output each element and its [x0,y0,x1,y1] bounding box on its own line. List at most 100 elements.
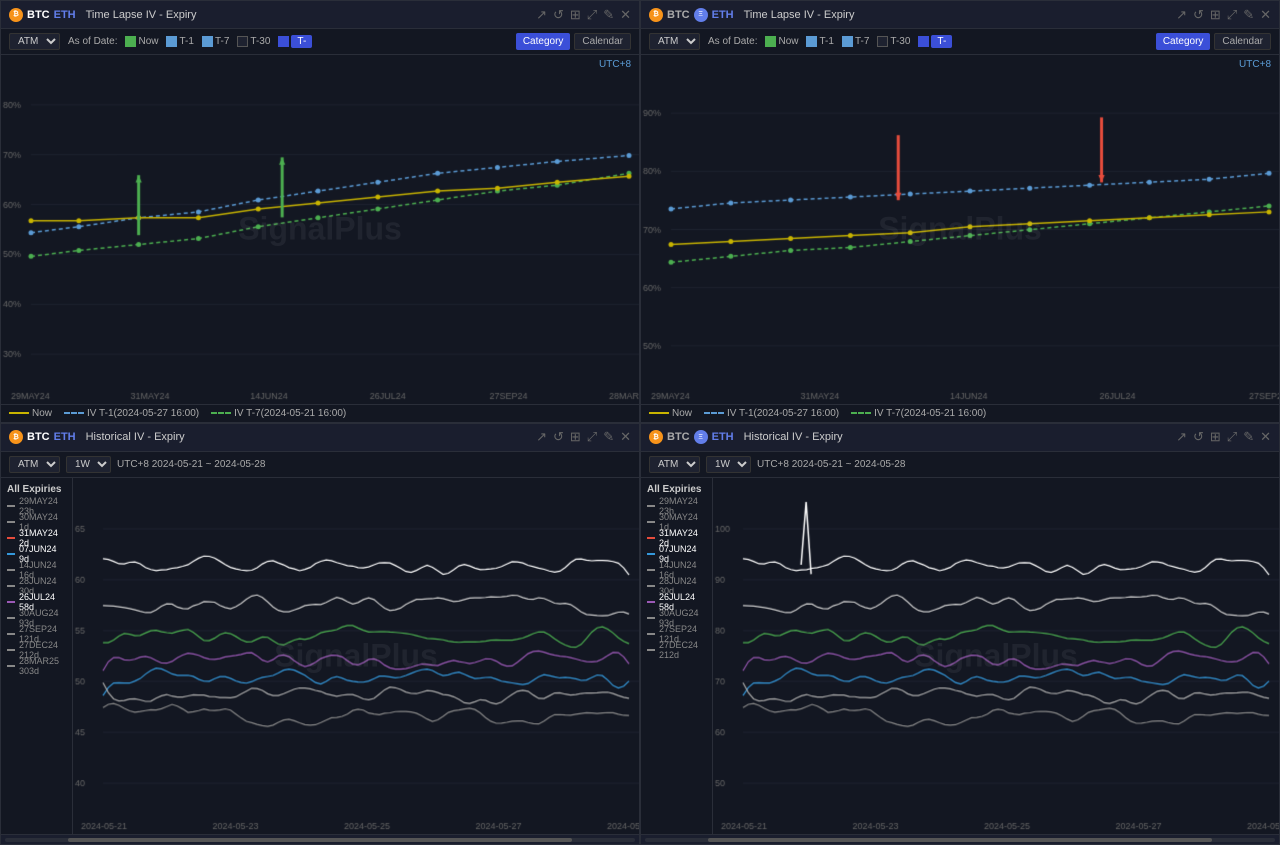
expiry-dot-27dec-bl [7,649,15,651]
grid-icon-bl[interactable]: ⊞ [570,429,581,445]
cb-t1-tl[interactable]: T-1 [166,36,193,47]
grid-icon-tl[interactable]: ⊞ [570,7,581,23]
cb-t7-tl[interactable]: T-7 [202,36,229,47]
btc-label-bl[interactable]: BTC [27,431,50,443]
category-btn-tr[interactable]: Category [1156,33,1211,50]
panel-header-top-left: ₿ BTC ETH Time Lapse IV - Expiry ↗ ↺ ⊞ ⤢… [1,1,639,29]
scrollbar-br[interactable] [641,834,1279,844]
cb-tactive-tr[interactable]: T- [918,35,952,48]
external-link-icon-br[interactable]: ↗ [1176,429,1187,445]
cb-tactive-tl[interactable]: T- [278,35,312,48]
refresh-icon-bl[interactable]: ↺ [553,429,564,445]
eth-icon-br[interactable]: Ξ [694,430,708,444]
eth-label-tl[interactable]: ETH [54,9,76,21]
eth-icon-tr[interactable]: Ξ [694,8,708,22]
expiry-27dec-br[interactable]: 27DEC24 212d [641,642,712,658]
expiry-dot-30aug-br [647,617,655,619]
close-icon-br[interactable]: ✕ [1260,429,1271,445]
date-range-bl: UTC+8 2024-05-21 ~ 2024-05-28 [117,459,265,470]
expiry-dot-14jun-bl [7,569,15,571]
category-btn-tl[interactable]: Category [516,33,571,50]
expiry-list-bl: All Expiries 29MAY24 23h 30MAY24 1d 31MA… [1,478,73,835]
cb-box-t30-tr[interactable] [877,36,888,47]
cb-box-t1-tr[interactable] [806,36,817,47]
scrollbar-thumb-bl[interactable] [68,838,572,842]
coin-badge-tl: ₿ BTC ETH [9,8,76,22]
date-range-br: UTC+8 2024-05-21 ~ 2024-05-28 [757,459,905,470]
edit-icon-tr[interactable]: ✎ [1243,7,1254,23]
eth-label-tr[interactable]: ETH [712,9,734,21]
edit-icon-tl[interactable]: ✎ [603,7,614,23]
refresh-icon-tr[interactable]: ↺ [1193,7,1204,23]
atm-select-br[interactable]: ATM [649,456,700,473]
btc-label-tr[interactable]: BTC [667,9,690,21]
expiry-dot-07jun-bl [7,553,15,555]
cb-box-now-tl[interactable] [125,36,136,47]
grid-icon-tr[interactable]: ⊞ [1210,7,1221,23]
expiry-28mar-bl[interactable]: 28MAR25 303d [1,658,72,674]
panel-icons-tr: ↗ ↺ ⊞ ⤢ ✎ ✕ [1176,7,1271,23]
period-select-bl[interactable]: 1W [66,456,111,473]
atm-select-tl[interactable]: ATM [9,33,60,50]
calendar-btn-tr[interactable]: Calendar [1214,33,1271,50]
cb-box-t1-tl[interactable] [166,36,177,47]
expand-icon-tl[interactable]: ⤢ [587,7,597,23]
cb-box-t30-tl[interactable] [237,36,248,47]
bottom-content-br: All Expiries 29MAY24 23h 30MAY24 1d 31MA… [641,478,1279,835]
external-link-icon-tl[interactable]: ↗ [536,7,547,23]
chart-canvas-tr [641,55,1279,404]
btc-label-br[interactable]: BTC [667,431,690,443]
external-link-icon-tr[interactable]: ↗ [1176,7,1187,23]
expiry-dot-27sep-br [647,633,655,635]
chart-canvas-bl [73,478,639,835]
cb-box-now-tr[interactable] [765,36,776,47]
atm-select-tr[interactable]: ATM [649,33,700,50]
cb-now-tl[interactable]: Now [125,36,158,47]
cb-box-tactive-tr[interactable] [918,36,929,47]
legend-line-now-tr [649,412,669,414]
close-icon-tr[interactable]: ✕ [1260,7,1271,23]
cb-box-t7-tr[interactable] [842,36,853,47]
btc-icon-bl[interactable]: ₿ [9,430,23,444]
utc-label-tr: UTC+8 [1239,59,1271,70]
expiry-dot-28jun-br [647,585,655,587]
cb-box-t7-tl[interactable] [202,36,213,47]
btc-label-tl[interactable]: BTC [27,9,50,21]
edit-icon-br[interactable]: ✎ [1243,429,1254,445]
eth-label-bl[interactable]: ETH [54,431,76,443]
expiry-dot-26jul-br [647,601,655,603]
btc-icon-tl[interactable]: ₿ [9,8,23,22]
cb-box-tactive-tl[interactable] [278,36,289,47]
refresh-icon-tl[interactable]: ↺ [553,7,564,23]
chart-main-br: SignalPlus [713,478,1279,835]
cb-t1-tr[interactable]: T-1 [806,36,833,47]
grid-icon-br[interactable]: ⊞ [1210,429,1221,445]
close-icon-bl[interactable]: ✕ [620,429,631,445]
bottom-content-bl: All Expiries 29MAY24 23h 30MAY24 1d 31MA… [1,478,639,835]
expand-icon-tr[interactable]: ⤢ [1227,7,1237,23]
panel-icons-br: ↗ ↺ ⊞ ⤢ ✎ ✕ [1176,429,1271,445]
btc-icon-tr[interactable]: ₿ [649,8,663,22]
external-link-icon-bl[interactable]: ↗ [536,429,547,445]
cb-t7-tr[interactable]: T-7 [842,36,869,47]
scrollbar-track-bl [5,838,635,842]
eth-label-br[interactable]: ETH [712,431,734,443]
edit-icon-bl[interactable]: ✎ [603,429,614,445]
scrollbar-thumb-br[interactable] [708,838,1212,842]
chart-area-tl: UTC+8 SignalPlus [1,55,639,404]
cb-t30-tr[interactable]: T-30 [877,36,910,47]
btc-icon-br[interactable]: ₿ [649,430,663,444]
legend-line-ivt7-tl [211,412,231,414]
expand-icon-br[interactable]: ⤢ [1227,429,1237,445]
refresh-icon-br[interactable]: ↺ [1193,429,1204,445]
atm-select-bl[interactable]: ATM [9,456,60,473]
scrollbar-bl[interactable] [1,834,639,844]
scrollbar-track-br [645,838,1275,842]
close-icon-tl[interactable]: ✕ [620,7,631,23]
calendar-btn-tl[interactable]: Calendar [574,33,631,50]
cb-t30-tl[interactable]: T-30 [237,36,270,47]
expand-icon-bl[interactable]: ⤢ [587,429,597,445]
panel-icons-tl: ↗ ↺ ⊞ ⤢ ✎ ✕ [536,7,631,23]
cb-now-tr[interactable]: Now [765,36,798,47]
period-select-br[interactable]: 1W [706,456,751,473]
